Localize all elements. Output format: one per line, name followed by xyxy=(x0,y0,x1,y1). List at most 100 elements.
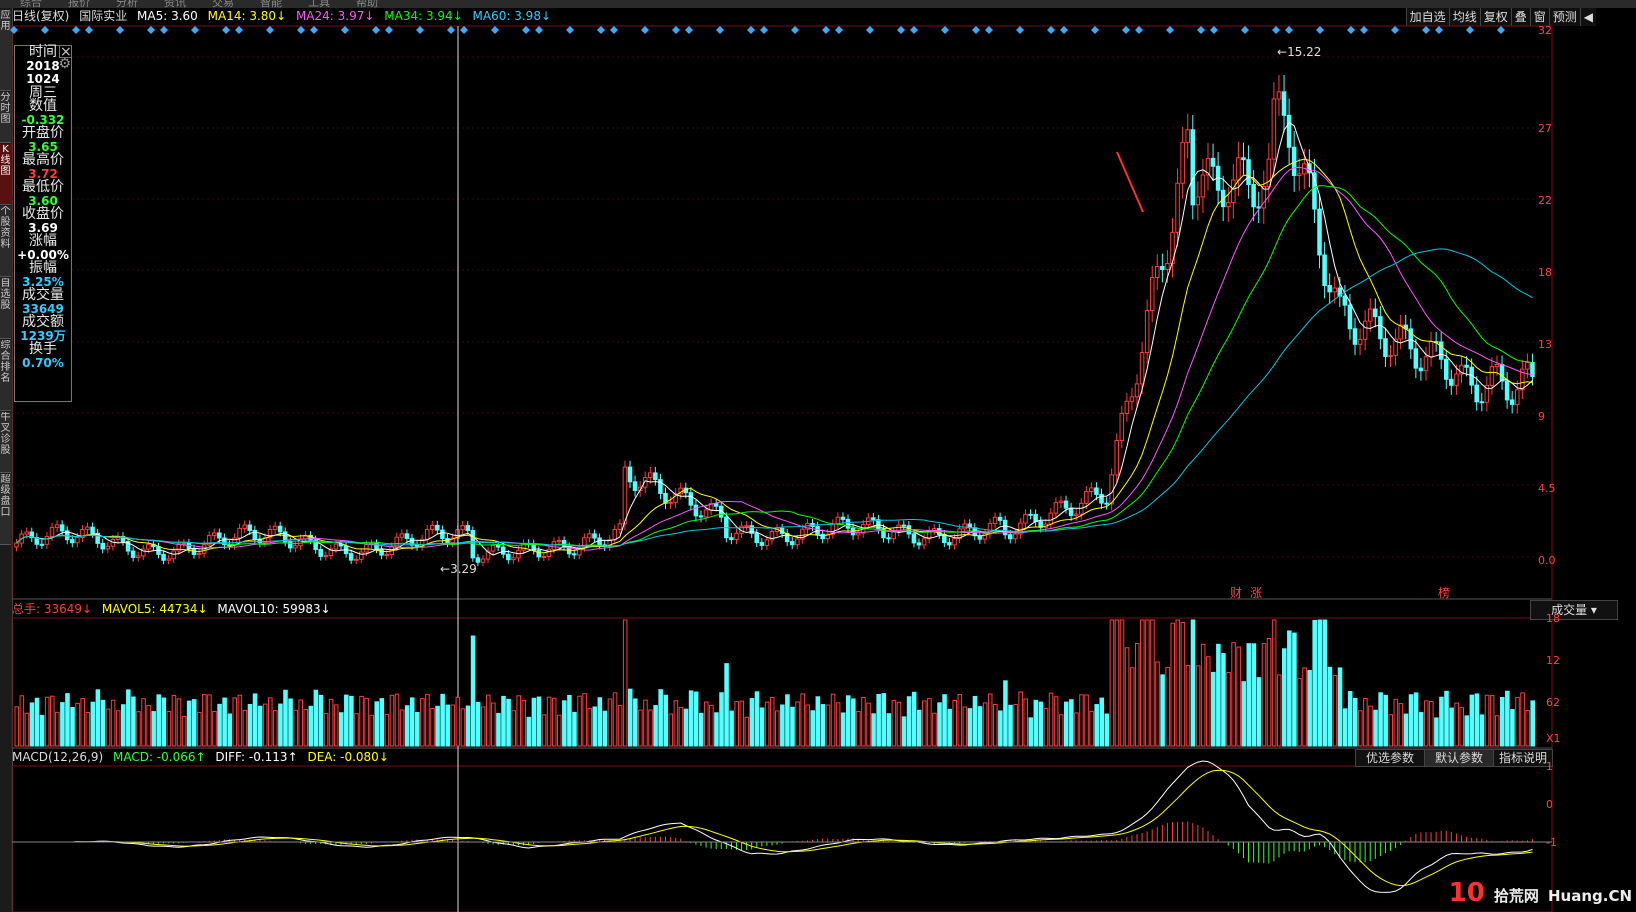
volume-bar xyxy=(1236,646,1241,747)
gear-icon[interactable]: ⚙ xyxy=(58,57,71,72)
volume-bar xyxy=(1246,643,1252,747)
volume-bar xyxy=(901,716,907,747)
close-label: 收盘价 xyxy=(22,206,64,222)
candle-body xyxy=(500,546,506,555)
ma34-line xyxy=(16,185,1533,547)
candle-body xyxy=(1094,487,1099,495)
price-tick: 4.5 xyxy=(1538,482,1556,495)
volume-bar xyxy=(693,691,699,747)
candle-body xyxy=(840,516,846,520)
volume-bar xyxy=(242,709,248,747)
volume-bar xyxy=(409,697,415,747)
candle-body xyxy=(648,472,653,479)
volume-tick: 18 xyxy=(1546,612,1560,625)
ma24-line xyxy=(16,166,1533,551)
volume-bar xyxy=(191,699,197,747)
volume-bar xyxy=(790,706,795,747)
volume-bar xyxy=(1363,698,1368,747)
volume-bar xyxy=(1038,701,1044,747)
volume-bar xyxy=(1434,717,1439,747)
volume-bar xyxy=(911,691,917,747)
candle-body xyxy=(1332,287,1338,293)
volume-bar xyxy=(430,707,435,747)
macd-legend: MACD(12,26,9) MACD: -0.066↑ DIFF: -0.113… xyxy=(12,749,395,765)
signal-diamond xyxy=(341,26,349,34)
candle-body xyxy=(1509,399,1515,405)
volume-bar xyxy=(663,694,669,747)
volume-bar xyxy=(1145,619,1150,747)
volume-bar xyxy=(1185,664,1191,747)
volume-bar xyxy=(551,697,557,747)
volume-tick: 62 xyxy=(1546,696,1560,709)
volume-bar xyxy=(80,698,85,747)
volume-total: 总手: 33649↓ xyxy=(12,602,93,616)
candle-body xyxy=(997,516,1003,521)
volume-bar xyxy=(404,705,410,747)
candle-body xyxy=(1276,91,1282,100)
volume-bar xyxy=(257,705,263,747)
candle-body xyxy=(1200,174,1206,198)
signal-diamond xyxy=(685,26,693,34)
volume-bar xyxy=(526,716,532,747)
candle-body xyxy=(693,504,699,517)
signal-diamond xyxy=(72,26,80,34)
candle-body xyxy=(75,537,80,544)
volume-bar xyxy=(171,694,177,747)
candle-body xyxy=(1438,341,1444,360)
volume-bar xyxy=(653,705,658,747)
candle-body xyxy=(1134,383,1140,398)
indicator-select[interactable]: 成交量 ▾ xyxy=(1530,600,1618,620)
candle-body xyxy=(703,509,709,518)
volume-bar xyxy=(861,696,866,747)
default-params-button[interactable]: 默认参数 xyxy=(1424,749,1494,767)
candle-body xyxy=(1195,196,1201,206)
rank-tag[interactable]: 榜 xyxy=(1438,584,1450,601)
candle-body xyxy=(1499,364,1505,382)
signal-diamond xyxy=(610,26,618,34)
volume-bar xyxy=(597,697,603,747)
volume-bar xyxy=(714,712,719,747)
candle-body xyxy=(465,525,471,531)
candle-body xyxy=(1225,202,1231,208)
signal-diamond xyxy=(491,26,499,34)
volume-bar xyxy=(998,710,1003,747)
volume-bar xyxy=(470,635,476,747)
indicator-help-button[interactable]: 指标说明 xyxy=(1493,749,1553,767)
candle-body xyxy=(181,542,187,545)
candle-body xyxy=(39,543,45,546)
volume-bar xyxy=(308,705,314,747)
volume-bar xyxy=(1322,619,1328,747)
candle-body xyxy=(1124,400,1130,414)
volume-bar xyxy=(1444,690,1449,747)
volume-bar xyxy=(425,693,430,747)
volume-bar xyxy=(764,701,770,747)
candle-body xyxy=(1362,320,1368,340)
signal-diamond xyxy=(672,26,680,34)
volume-bar xyxy=(1373,709,1378,747)
candle-body xyxy=(1514,389,1520,405)
volume-bar xyxy=(1256,677,1262,747)
candle-body xyxy=(1109,474,1114,505)
signal-diamond xyxy=(235,26,243,34)
rise-tag[interactable]: 涨 xyxy=(1250,584,1262,601)
candle-body xyxy=(734,532,739,541)
signal-diamond xyxy=(1435,26,1443,34)
candle-body xyxy=(171,550,176,560)
finance-tag[interactable]: 财 xyxy=(1230,584,1242,601)
optimize-params-button[interactable]: 优选参数 xyxy=(1355,749,1425,767)
signal-diamond xyxy=(222,26,230,34)
volume-bar xyxy=(1408,694,1414,747)
volume-bar xyxy=(293,709,298,747)
volume-bar xyxy=(328,698,334,747)
signal-diamond xyxy=(1466,26,1474,34)
volume-bar xyxy=(1282,648,1287,747)
candle-body xyxy=(698,515,704,518)
volume-bar xyxy=(1418,712,1424,747)
candle-body xyxy=(617,523,623,530)
volume-bar xyxy=(394,693,400,747)
volume-bar xyxy=(795,701,800,747)
volume-bar xyxy=(729,710,734,747)
kline-chart-canvas[interactable] xyxy=(0,0,1636,912)
volume-bar xyxy=(110,699,116,747)
volume-bar xyxy=(338,712,344,747)
